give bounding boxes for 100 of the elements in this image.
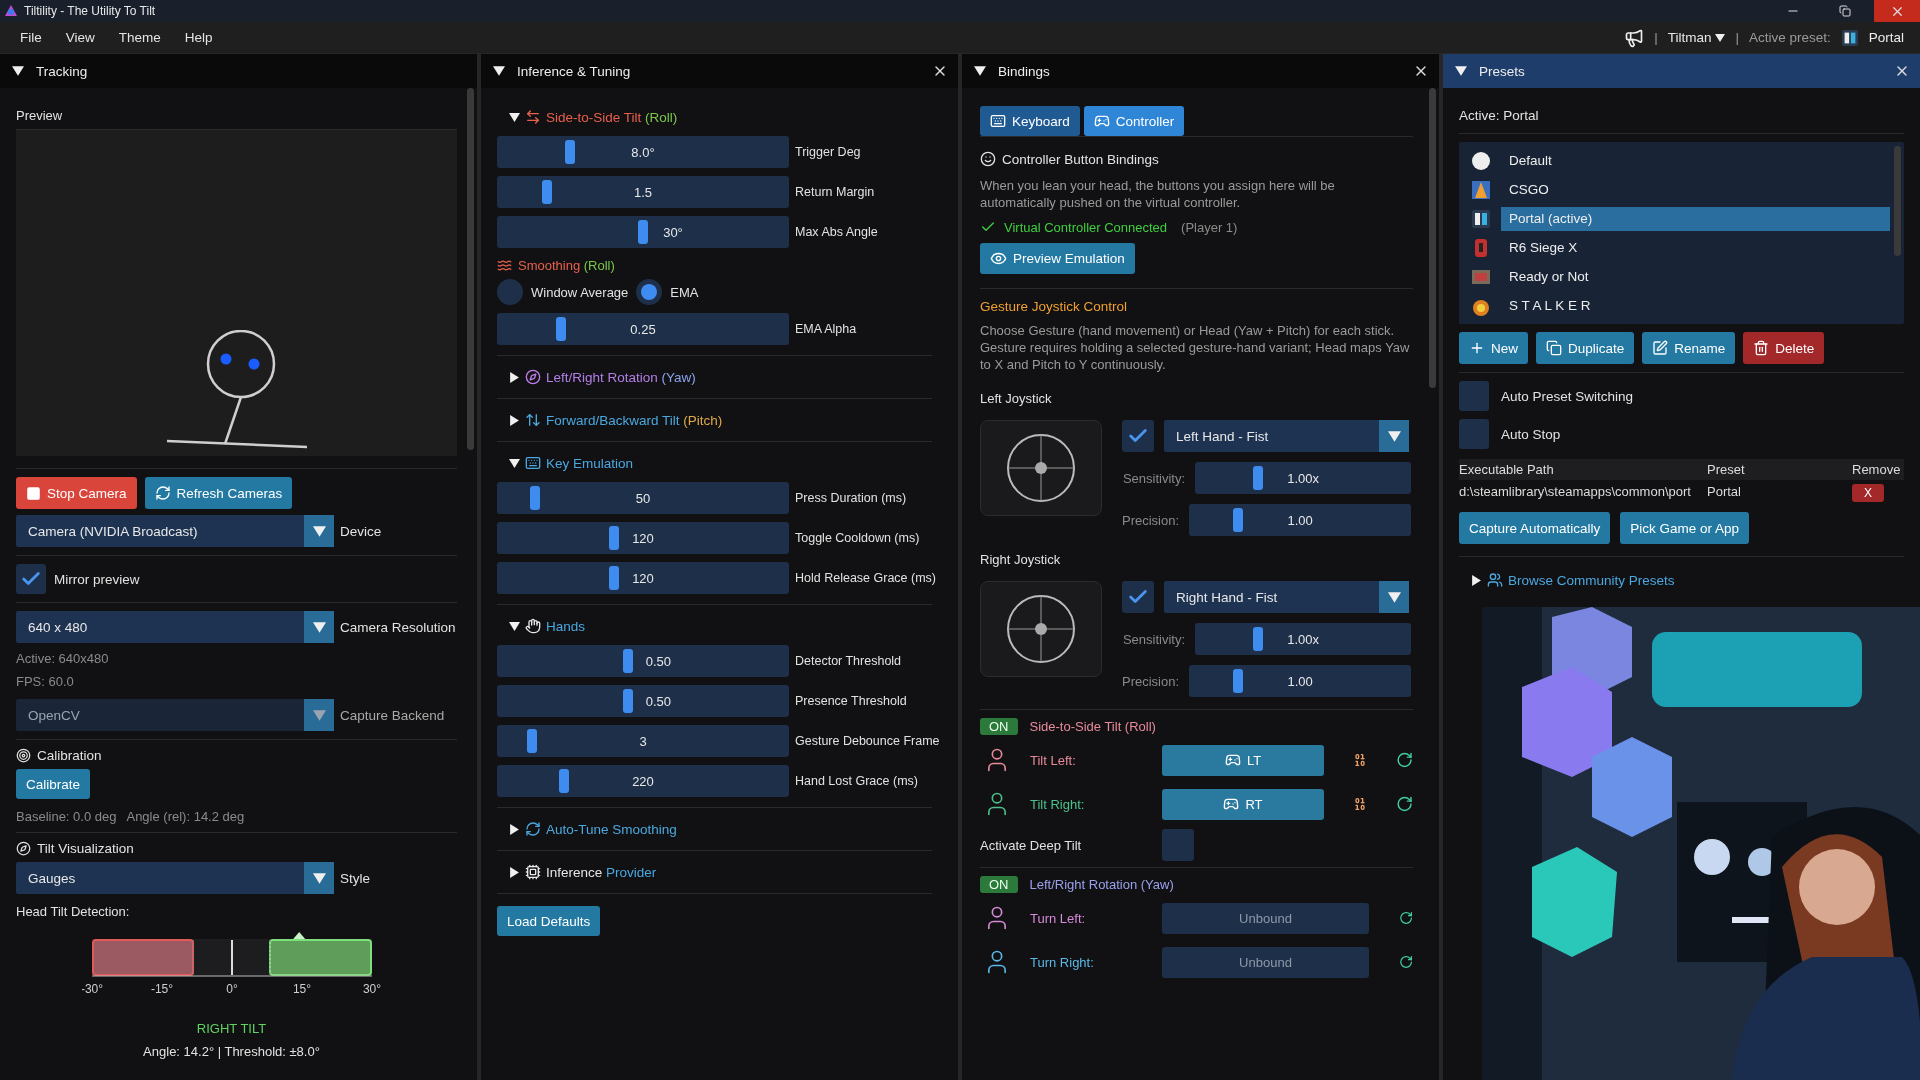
- checkbox[interactable]: [1122, 581, 1154, 613]
- dropdown[interactable]: Gauges: [16, 862, 334, 894]
- section-header[interactable]: Forward/Backward Tilt (Pitch): [497, 407, 950, 433]
- slider[interactable]: 1.00: [1189, 504, 1412, 536]
- expand-icon[interactable]: [509, 371, 520, 383]
- slider[interactable]: 50: [497, 482, 789, 514]
- checkbox[interactable]: [16, 564, 46, 594]
- slider-thumb[interactable]: [527, 729, 538, 753]
- slider[interactable]: 1.5: [497, 176, 789, 208]
- preset-item[interactable]: S T A L K E R: [1459, 291, 1890, 320]
- preview-emulation-button[interactable]: Preview Emulation: [980, 243, 1135, 274]
- slider-thumb[interactable]: [623, 649, 634, 673]
- caret-icon[interactable]: [1715, 32, 1726, 43]
- dropdown-arrow-icon[interactable]: [312, 620, 326, 634]
- preset-button[interactable]: Delete: [1743, 332, 1825, 364]
- reset-icon[interactable]: [1395, 750, 1413, 770]
- slider[interactable]: 1.00x: [1195, 462, 1412, 494]
- reset-icon[interactable]: [1395, 794, 1413, 814]
- collapse-icon[interactable]: [1455, 65, 1467, 77]
- menu-item[interactable]: Help: [172, 30, 225, 45]
- checkbox[interactable]: [1122, 420, 1154, 452]
- collapse-icon[interactable]: [509, 620, 520, 632]
- slider-thumb[interactable]: [529, 486, 540, 510]
- section-header[interactable]: Inference Provider: [497, 859, 950, 885]
- menu-item[interactable]: Theme: [106, 30, 173, 45]
- scrollbar-thumb[interactable]: [1429, 88, 1436, 388]
- dropdown-arrow-icon[interactable]: [312, 871, 326, 885]
- slider-thumb[interactable]: [608, 566, 619, 590]
- capture-button[interactable]: Pick Game or App: [1620, 512, 1750, 544]
- camera-button[interactable]: Stop Camera: [16, 477, 137, 509]
- slider-thumb[interactable]: [565, 140, 575, 164]
- expand-icon[interactable]: [509, 414, 520, 426]
- binding-button[interactable]: Unbound: [1162, 946, 1369, 978]
- dropdown[interactable]: 640 x 480: [16, 611, 334, 643]
- slider[interactable]: 120: [497, 522, 789, 554]
- collapse-icon[interactable]: [12, 65, 24, 77]
- section-header[interactable]: Key Emulation: [497, 450, 950, 476]
- user-menu[interactable]: Tiltman: [1667, 30, 1726, 45]
- tab[interactable]: Controller: [1083, 106, 1185, 136]
- slider[interactable]: 120: [497, 562, 789, 594]
- slider[interactable]: 220: [497, 765, 789, 797]
- section-header[interactable]: Auto-Tune Smoothing: [497, 816, 950, 842]
- slider[interactable]: 3: [497, 725, 789, 757]
- radio-button[interactable]: [497, 279, 523, 305]
- checkbox[interactable]: [1162, 829, 1194, 861]
- slider-thumb[interactable]: [608, 526, 619, 550]
- expand-icon[interactable]: [509, 823, 520, 835]
- checkbox[interactable]: [1459, 381, 1489, 411]
- slider[interactable]: 30°: [497, 216, 789, 248]
- dropdown[interactable]: Right Hand - Fist: [1164, 581, 1409, 613]
- collapse-icon[interactable]: [493, 65, 505, 77]
- on-badge[interactable]: ON: [980, 718, 1018, 735]
- slider-thumb[interactable]: [541, 180, 552, 204]
- slider-thumb[interactable]: [1252, 627, 1263, 651]
- menu-item[interactable]: File: [8, 30, 54, 45]
- radio-button[interactable]: [636, 279, 663, 305]
- slider[interactable]: 8.0°: [497, 136, 789, 168]
- dropdown-arrow-icon[interactable]: [312, 524, 326, 538]
- load-defaults-button[interactable]: Load Defaults: [497, 906, 601, 936]
- preset-button[interactable]: Rename: [1642, 332, 1736, 364]
- dropdown-arrow-icon[interactable]: [1387, 590, 1401, 604]
- on-badge[interactable]: ON: [980, 876, 1018, 893]
- binding-button[interactable]: RT: [1162, 788, 1324, 820]
- remove-button[interactable]: X: [1852, 484, 1884, 502]
- megaphone-icon[interactable]: [1624, 27, 1645, 48]
- section-header[interactable]: Hands: [497, 613, 950, 639]
- collapse-icon[interactable]: [509, 111, 520, 123]
- binding-button[interactable]: LT: [1162, 744, 1324, 776]
- preset-item[interactable]: CSGO: [1459, 175, 1890, 204]
- slider[interactable]: 1.00x: [1195, 623, 1412, 655]
- section-header[interactable]: Side-to-Side Tilt (Roll): [497, 104, 950, 130]
- slider[interactable]: 0.25: [497, 313, 789, 345]
- section-header[interactable]: Browse Community Presets: [1459, 567, 1904, 593]
- preset-button[interactable]: New: [1459, 332, 1528, 364]
- menu-item[interactable]: View: [53, 30, 107, 45]
- slider[interactable]: 0.50: [497, 685, 789, 717]
- calibrate-button[interactable]: Calibrate: [16, 769, 91, 799]
- expand-icon[interactable]: [1471, 574, 1482, 586]
- camera-button[interactable]: Refresh Cameras: [144, 477, 293, 509]
- slider[interactable]: 1.00: [1189, 665, 1412, 697]
- scrollbar-thumb[interactable]: [467, 88, 474, 450]
- slider-thumb[interactable]: [638, 220, 648, 244]
- scrollbar-thumb[interactable]: [1894, 146, 1901, 256]
- checkbox[interactable]: [1459, 419, 1489, 449]
- preset-item[interactable]: Default: [1459, 146, 1890, 175]
- slider-thumb[interactable]: [556, 317, 567, 341]
- preset-item[interactable]: R6 Siege X: [1459, 233, 1890, 262]
- preset-item[interactable]: Ready or Not: [1459, 262, 1890, 291]
- slider-thumb[interactable]: [1232, 508, 1243, 532]
- preset-button[interactable]: Duplicate: [1536, 332, 1635, 364]
- collapse-icon[interactable]: [974, 65, 986, 77]
- collapse-icon[interactable]: [509, 457, 520, 469]
- slider-thumb[interactable]: [559, 769, 570, 793]
- slider[interactable]: 0.50: [497, 645, 789, 677]
- binding-button[interactable]: Unbound: [1162, 902, 1369, 934]
- section-header[interactable]: Left/Right Rotation (Yaw): [497, 364, 950, 390]
- expand-icon[interactable]: [509, 866, 520, 878]
- slider-thumb[interactable]: [623, 689, 634, 713]
- slider-thumb[interactable]: [1252, 466, 1263, 490]
- capture-button[interactable]: Capture Automatically: [1459, 512, 1611, 544]
